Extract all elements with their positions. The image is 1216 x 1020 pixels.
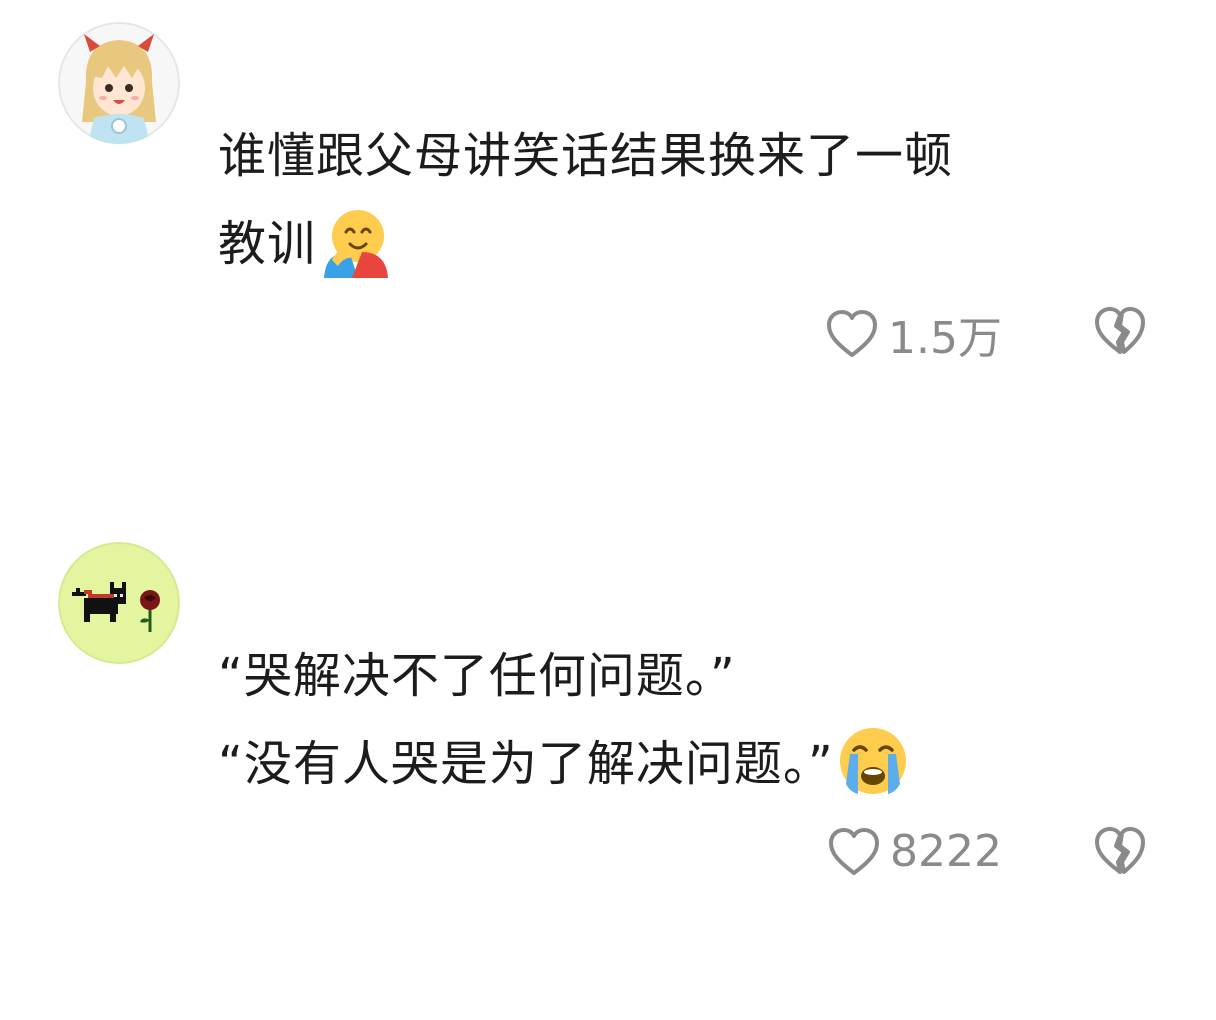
comment-line: 教训 (218, 216, 317, 272)
comment-line: 谁懂跟父母讲笑话结果换来了一顿 (218, 128, 954, 184)
comment-line: “哭解决不了任何问题。” (218, 648, 736, 704)
heart-outline-icon (829, 827, 879, 875)
like-button[interactable]: 1.5万 (826, 302, 1002, 366)
hugging-face-emoji-icon (324, 210, 389, 278)
comment-text: “哭解决不了任何问题。” “没有人哭是为了解决问题。” (218, 632, 1138, 808)
black-cat-rose-avatar-icon (58, 542, 180, 664)
avatar[interactable] (58, 22, 180, 144)
comment-text: 谁懂跟父母讲笑话结果换来了一顿 教训 (218, 112, 1138, 288)
heart-outline-icon (827, 310, 877, 357)
anime-girl-avatar-icon (58, 22, 180, 144)
comment-item: “哭解决不了任何问题。” “没有人哭是为了解决问题。” 8222 (0, 520, 1216, 960)
avatar[interactable] (58, 542, 180, 664)
comment-item: 谁懂跟父母讲笑话结果换来了一顿 教训 1.5万 (0, 0, 1216, 420)
like-button[interactable]: 8222 (828, 826, 1002, 877)
dislike-button[interactable] (1094, 826, 1146, 880)
loudly-crying-face-emoji-icon (839, 728, 906, 794)
like-count: 1.5万 (888, 313, 1002, 364)
dislike-button[interactable] (1094, 306, 1146, 360)
like-count: 8222 (890, 826, 1002, 877)
broken-heart-icon (1095, 307, 1145, 354)
comment-line-with-emoji: “没有人哭是为了解决问题。” (218, 720, 1138, 808)
broken-heart-icon (1095, 827, 1145, 874)
comment-line: “没有人哭是为了解决问题。” (218, 736, 834, 792)
comment-line-with-emoji: 教训 (218, 200, 1138, 288)
